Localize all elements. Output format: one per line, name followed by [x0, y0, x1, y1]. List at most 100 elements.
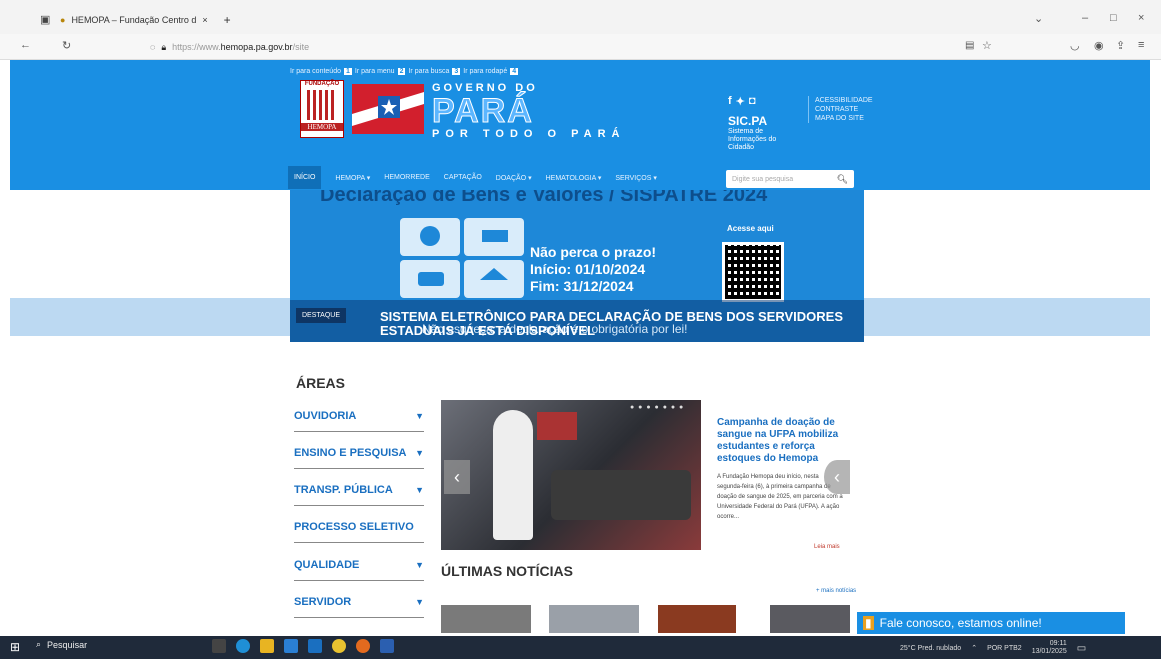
chat-label: Fale conosco, estamos online! [879, 616, 1042, 630]
banner-side-left [10, 298, 290, 336]
area-label: ENSINO E PESQUISA [294, 446, 407, 459]
reader-view-icon[interactable]: ▤ [965, 40, 974, 51]
area-label: OUVIDORIA [294, 409, 357, 422]
caret-down-icon[interactable]: ▼ [415, 597, 424, 607]
photo-chair [551, 470, 691, 520]
twitter-icon[interactable]: ✦ [736, 95, 745, 108]
notification-icon[interactable]: ▭ [1077, 643, 1086, 654]
tab-close-icon[interactable]: × [202, 15, 207, 25]
nav-servicos[interactable]: SERVIÇOS ▾ [615, 174, 657, 182]
language-indicator[interactable]: POR PTB2 [987, 645, 1022, 652]
carousel-prev-button[interactable]: ‹ [444, 460, 470, 494]
windows-start-icon[interactable]: ⊞ [10, 640, 20, 654]
skip-menu-link[interactable]: Ir para menu [355, 68, 395, 75]
caret-down-icon[interactable]: ▼ [415, 448, 424, 458]
chevron-down-icon[interactable]: ⌄ [1034, 12, 1043, 25]
chat-widget[interactable]: ▮ Fale conosco, estamos online! [857, 612, 1125, 634]
facebook-icon[interactable]: f [728, 95, 732, 108]
url-path: /site [292, 42, 310, 52]
skip-key: 4 [510, 68, 519, 75]
read-more-link[interactable]: Leia mais [814, 544, 840, 550]
file-explorer-icon[interactable] [260, 639, 274, 653]
new-tab-button[interactable]: + [224, 13, 231, 27]
edge-icon[interactable] [236, 639, 250, 653]
pocket-icon[interactable]: ◡ [1070, 39, 1080, 52]
minimize-button[interactable]: – [1082, 12, 1088, 24]
gov-para: PARÁ [432, 92, 534, 130]
url-field[interactable]: ◌ 🔒︎ https://www.hemopa.pa.gov.br/site [150, 37, 309, 57]
area-servidor[interactable]: SERVIDOR ▼ [294, 586, 424, 618]
nav-hemopa[interactable]: HEMOPA ▾ [335, 174, 370, 182]
skip-content-link[interactable]: Ir para conteúdo [290, 68, 341, 75]
caret-down-icon[interactable]: ▼ [415, 411, 424, 421]
para-flag-logo [352, 84, 424, 134]
skip-footer-link[interactable]: Ir para rodapé [463, 68, 507, 75]
close-window-button[interactable]: × [1138, 12, 1144, 24]
chrome-icon[interactable] [332, 639, 346, 653]
area-transp-publica[interactable]: TRANSP. PÚBLICA ▼ [294, 474, 424, 506]
area-processo-seletivo[interactable]: PROCESSO SELETIVO [294, 511, 424, 543]
news-thumbnail[interactable] [549, 605, 639, 633]
firefox-icon[interactable] [356, 639, 370, 653]
contrast-link[interactable]: CONTRASTE [815, 105, 873, 114]
area-label: TRANSP. PÚBLICA [294, 483, 393, 496]
destaque-headline[interactable]: SISTEMA ELETRÔNICO PARA DECLARAÇÃO DE BE… [380, 310, 860, 338]
area-label: SERVIDOR [294, 595, 352, 608]
address-bar-row: ← ↻ ◌ 🔒︎ https://www.hemopa.pa.gov.br/si… [0, 34, 1161, 60]
menu-icon[interactable]: ≡ [1138, 39, 1144, 51]
caret-down-icon[interactable]: ▼ [415, 560, 424, 570]
skip-search-link[interactable]: Ir para busca [408, 68, 449, 75]
nav-hemorrede[interactable]: HEMORREDE [384, 174, 430, 181]
latest-news-title: ÚLTIMAS NOTÍCIAS [441, 563, 573, 579]
weather-text[interactable]: 25°C Pred. nublado [900, 645, 961, 652]
nav-captacao[interactable]: CAPTAÇÃO [444, 174, 482, 181]
account-icon[interactable]: ⇪ [1116, 39, 1125, 52]
governo-para-logo: GOVERNO DO PARÁ POR TODO O PARÁ [432, 82, 626, 140]
sic-subtitle: Sistema de Informações do Cidadão [728, 128, 777, 151]
task-view-icon[interactable] [212, 639, 226, 653]
tray-chevron-icon[interactable]: ⌃ [971, 644, 977, 652]
nav-doacao[interactable]: DOAÇÃO ▾ [496, 174, 532, 182]
hemopa-logo[interactable]: FUNDAÇÃO HEMOPA [300, 80, 344, 138]
tab-list-icon[interactable]: ▣ [40, 13, 50, 26]
browser-tab[interactable]: ● HEMOPA – Fundação Centro d × + [60, 9, 231, 31]
photo-screen [537, 412, 577, 440]
reload-icon[interactable]: ↻ [62, 39, 71, 52]
destaque-caption[interactable]: DESTAQUE Não esqueça: a declaração é o o… [290, 300, 864, 342]
url-prefix: https://www. [172, 42, 221, 52]
store-icon[interactable] [284, 639, 298, 653]
news-thumbnail[interactable] [770, 605, 850, 633]
news-thumbnail[interactable] [658, 605, 736, 633]
news-thumbnail[interactable] [441, 605, 531, 633]
search-input[interactable]: Digite sua pesquisa 🔍︎ [726, 170, 854, 188]
extension-icon[interactable]: ◉ [1094, 39, 1104, 52]
maximize-button[interactable]: □ [1110, 12, 1117, 24]
area-ouvidoria[interactable]: OUVIDORIA ▼ [294, 400, 424, 432]
area-ensino-pesquisa[interactable]: ENSINO E PESQUISA ▼ [294, 437, 424, 469]
bookmark-star-icon[interactable]: ☆ [982, 39, 992, 52]
carousel-next-button[interactable]: ‹ [824, 460, 850, 494]
word-icon[interactable] [380, 639, 394, 653]
news-photo[interactable] [441, 400, 701, 550]
caret-down-icon[interactable]: ▼ [415, 485, 424, 495]
qr-code[interactable] [722, 242, 784, 302]
sitemap-link[interactable]: MAPA DO SITE [815, 114, 873, 123]
search-icon[interactable]: 🔍︎ [837, 174, 848, 185]
clock[interactable]: 09:11 13/01/2025 [1032, 640, 1067, 656]
clock-date: 13/01/2025 [1031, 648, 1067, 655]
nav-inicio[interactable]: INÍCIO [288, 166, 322, 189]
sic-pa-link[interactable]: SIC.PA Sistema de Informações do Cidadão [728, 114, 788, 152]
mail-icon[interactable] [308, 639, 322, 653]
back-icon[interactable]: ← [20, 39, 31, 51]
news-title[interactable]: Campanha de doação de sangue na UFPA mob… [717, 417, 845, 465]
url-domain: hemopa.pa.gov.br [220, 42, 293, 52]
taskbar-search[interactable]: ⌕ Pesquisar [36, 639, 87, 650]
area-qualidade[interactable]: QUALIDADE ▼ [294, 549, 424, 581]
instagram-icon[interactable]: ◘ [749, 95, 756, 108]
puzzle-graphic [398, 216, 528, 298]
nav-hematologia[interactable]: HEMATOLOGIA ▾ [546, 174, 602, 182]
more-news-link[interactable]: + mais notícias [816, 588, 856, 594]
skip-key: 3 [452, 68, 461, 75]
accessibility-link[interactable]: ACESSIBILIDADE [815, 96, 873, 105]
carousel-dots[interactable]: ● ● ● ● ● ● ● [630, 404, 684, 411]
